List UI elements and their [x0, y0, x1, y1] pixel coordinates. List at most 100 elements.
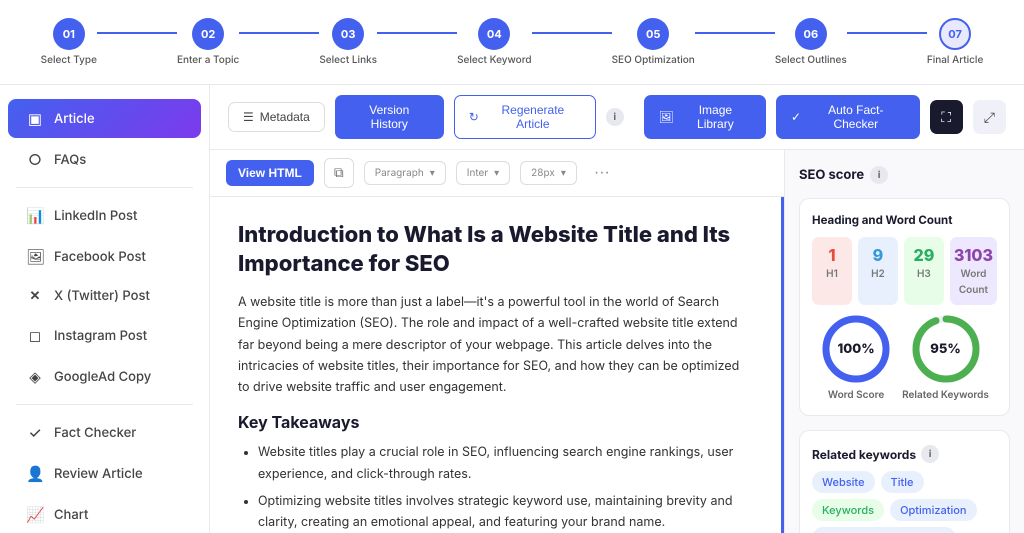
sidebar-label-article: Article — [54, 111, 95, 127]
image-library-icon: 🖼 — [659, 110, 674, 124]
more-options-button[interactable]: ··· — [587, 158, 617, 188]
paragraph-select[interactable]: Paragraph ▾ — [364, 161, 446, 185]
sidebar-item-article[interactable]: ▣ Article — [8, 99, 201, 138]
step-connector-2 — [239, 32, 319, 34]
related-keywords-section: Related keywords i Website Title Keyword… — [799, 430, 1010, 533]
fullscreen-button[interactable]: ⤢ — [973, 100, 1006, 134]
size-select[interactable]: 28px ▾ — [520, 161, 577, 185]
review-icon: 👤 — [26, 464, 44, 483]
step-label-7: Final Article — [927, 54, 984, 66]
sidebar-item-twitter[interactable]: ✕ X (Twitter) Post — [8, 278, 201, 314]
version-history-button[interactable]: Version History — [335, 95, 444, 139]
expand-button[interactable]: ⛶ — [930, 100, 963, 134]
auto-fact-checker-button[interactable]: ✓ Auto Fact-Checker — [776, 95, 920, 139]
article-title: Introduction to What Is a Website Title … — [238, 221, 753, 278]
related-keywords-info-icon[interactable]: i — [921, 445, 939, 463]
keyword-tag-website: Website — [812, 471, 875, 493]
word-score-label: Word Score — [828, 389, 884, 401]
regenerate-info-icon[interactable]: i — [606, 108, 624, 126]
key-takeaways-list: Website titles play a crucial role in SE… — [238, 442, 753, 533]
wc-label: Word Count — [959, 268, 988, 296]
heading-count-row: 1 H1 9 H2 29 H3 3103 Wor — [812, 237, 997, 305]
sidebar-divider-2 — [16, 404, 193, 405]
h2-label: H2 — [871, 268, 885, 280]
factchecker-icon: ✓ — [26, 423, 44, 442]
word-score-circle: 100% — [820, 313, 892, 385]
sidebar-item-chart[interactable]: 📈 Chart — [8, 495, 201, 533]
h3-count: 29 — [908, 245, 940, 265]
related-keywords-label: Related Keywords — [902, 389, 989, 401]
size-label: 28px — [531, 167, 555, 179]
sidebar-item-faqs[interactable]: ○ FAQs — [8, 140, 201, 179]
step-label-3: Select Links — [319, 54, 377, 66]
related-keywords-text: 95% — [930, 341, 960, 357]
word-count-item: 3103 Word Count — [950, 237, 997, 305]
sidebar-label-factchecker: Fact Checker — [54, 425, 136, 441]
font-label: Inter — [467, 167, 488, 179]
step-2[interactable]: 02 Enter a Topic — [177, 18, 239, 66]
auto-fact-checker-label: Auto Fact-Checker — [807, 103, 904, 131]
format-bar: View HTML ⧉ Paragraph ▾ Inter ▾ 28px ▾ ·… — [210, 150, 784, 197]
sidebar-label-facebook: Facebook Post — [54, 249, 146, 265]
sidebar-label-linkedin: LinkedIn Post — [54, 208, 137, 224]
sidebar-label-instagram: Instagram Post — [54, 328, 147, 344]
article-icon: ▣ — [26, 109, 44, 128]
font-select[interactable]: Inter ▾ — [456, 161, 510, 185]
bullet-1: Website titles play a crucial role in SE… — [258, 442, 753, 485]
sidebar-label-twitter: X (Twitter) Post — [54, 288, 150, 304]
seo-info-icon[interactable]: i — [870, 166, 888, 184]
metadata-button[interactable]: ☰ Metadata — [228, 102, 325, 132]
step-label-4: Select Keyword — [457, 54, 532, 66]
auto-fact-checker-icon: ✓ — [791, 110, 801, 124]
step-circle-5: 05 — [637, 18, 669, 50]
sidebar-item-factchecker[interactable]: ✓ Fact Checker — [8, 413, 201, 452]
step-7[interactable]: 07 Final Article — [927, 18, 984, 66]
editor-wrapper: View HTML ⧉ Paragraph ▾ Inter ▾ 28px ▾ ·… — [210, 150, 1024, 533]
top-toolbar: ☰ Metadata Version History ↻ Regenerate … — [210, 85, 1024, 150]
sidebar-label-googlead: GoogleAd Copy — [54, 369, 151, 385]
size-chevron: ▾ — [561, 167, 566, 179]
word-count: 3103 — [954, 245, 993, 265]
sidebar-item-googlead[interactable]: ◈ GoogleAd Copy — [8, 357, 201, 396]
linkedin-icon: 📊 — [26, 206, 44, 225]
paragraph-chevron: ▾ — [430, 167, 435, 179]
copy-button[interactable]: ⧉ — [324, 158, 354, 188]
metadata-icon: ☰ — [243, 110, 254, 124]
step-5[interactable]: 05 SEO Optimization — [612, 18, 695, 66]
sidebar-item-instagram[interactable]: ◻ Instagram Post — [8, 316, 201, 355]
step-1[interactable]: 01 Select Type — [41, 18, 97, 66]
image-library-button[interactable]: 🖼 Image Library — [644, 95, 766, 139]
step-3[interactable]: 03 Select Links — [319, 18, 377, 66]
content-area: ☰ Metadata Version History ↻ Regenerate … — [210, 85, 1024, 533]
step-circle-4: 04 — [478, 18, 510, 50]
sidebar-item-linkedin[interactable]: 📊 LinkedIn Post — [8, 196, 201, 235]
step-4[interactable]: 04 Select Keyword — [457, 18, 532, 66]
facebook-icon: 🖼 — [26, 247, 44, 266]
step-connector-3 — [377, 32, 457, 34]
article-intro: A website title is more than just a labe… — [238, 292, 753, 398]
heading-word-count-title: Heading and Word Count — [812, 213, 997, 227]
step-connector-1 — [97, 32, 177, 34]
sidebar-item-facebook[interactable]: 🖼 Facebook Post — [8, 237, 201, 276]
seo-panel: SEO score i Heading and Word Count 1 H1 … — [784, 150, 1024, 533]
sidebar-item-review[interactable]: 👤 Review Article — [8, 454, 201, 493]
regenerate-button[interactable]: ↻ Regenerate Article — [454, 95, 596, 139]
step-circle-2: 02 — [192, 18, 224, 50]
step-connector-5 — [695, 32, 775, 34]
step-label-1: Select Type — [41, 54, 97, 66]
sidebar-label-chart: Chart — [54, 507, 88, 523]
step-6[interactable]: 06 Select Outlines — [775, 18, 847, 66]
h3-count-item: 29 H3 — [904, 237, 944, 305]
regenerate-icon: ↻ — [469, 110, 479, 124]
editor-content[interactable]: Introduction to What Is a Website Title … — [210, 197, 784, 533]
editor-panel: View HTML ⧉ Paragraph ▾ Inter ▾ 28px ▾ ·… — [210, 150, 784, 533]
h1-label: H1 — [826, 268, 838, 280]
related-keywords-title: Related keywords i — [812, 445, 997, 463]
twitter-icon: ✕ — [26, 288, 44, 304]
heading-word-count-section: Heading and Word Count 1 H1 9 H2 29 H3 — [799, 198, 1010, 416]
sidebar-label-faqs: FAQs — [54, 152, 86, 168]
step-circle-1: 01 — [53, 18, 85, 50]
regenerate-label: Regenerate Article — [485, 103, 581, 131]
h2-count: 9 — [862, 245, 894, 265]
view-html-button[interactable]: View HTML — [226, 160, 314, 186]
